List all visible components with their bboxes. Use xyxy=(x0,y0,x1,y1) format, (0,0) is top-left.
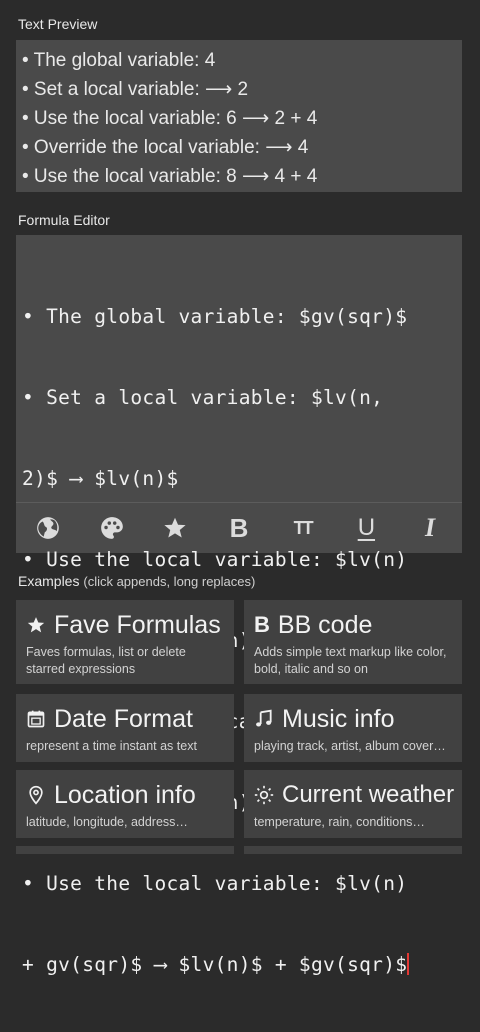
formula-line: • Use the local variable: $lv(n) xyxy=(22,872,408,895)
preview-line: • Use the local variable: 6 ⟶ 2 + 4 xyxy=(22,108,318,129)
globe-icon xyxy=(37,517,59,539)
text-size-button[interactable]: TT xyxy=(283,508,323,548)
formula-line: + gv(sqr)$ ⟶ $lv(n)$ + $gv(sqr)$ xyxy=(22,953,408,976)
star-icon xyxy=(27,617,45,633)
card-description: Faves formulas, list or delete starred e… xyxy=(26,645,186,676)
italic-icon: I xyxy=(425,513,436,542)
example-card-current-weather[interactable]: Current weather temperature, rain, condi… xyxy=(244,770,462,838)
formula-line: • Set a local variable: $lv(n, xyxy=(22,386,384,409)
preview-line: • Use the local variable: 8 ⟶ 4 + 4 xyxy=(22,166,318,187)
examples-label: Examples (click appends, long replaces) xyxy=(18,573,255,589)
formula-line: • The global variable: $gv(sqr)$ xyxy=(22,305,408,328)
underline-icon: U xyxy=(357,514,376,541)
formula-editor[interactable]: • The global variable: $gv(sqr)$ • Set a… xyxy=(16,235,462,976)
text-preview-label: Text Preview xyxy=(18,16,98,32)
card-description: Adds simple text markup like color, bold… xyxy=(254,645,447,676)
preview-line: • Set a local variable: ⟶ 2 xyxy=(22,79,249,100)
card-title: Current weather xyxy=(282,781,455,808)
card-title: Music info xyxy=(282,705,395,733)
formula-editor-label: Formula Editor xyxy=(18,212,110,228)
italic-button[interactable]: I xyxy=(410,508,450,548)
bold-icon: B xyxy=(229,512,249,543)
example-card-fave-formulas[interactable]: Fave Formulas Faves formulas, list or de… xyxy=(16,600,234,684)
example-card-location-info[interactable]: Location info latitude, longitude, addre… xyxy=(16,770,234,838)
bold-button[interactable]: B xyxy=(219,508,259,548)
preview-line: • The global variable: 4 xyxy=(22,50,216,71)
star-icon xyxy=(164,517,186,538)
palette-icon xyxy=(100,517,123,539)
examples-title: Examples xyxy=(18,573,80,589)
card-description: playing track, artist, album cover… xyxy=(254,739,446,753)
text-size-icon: TT xyxy=(293,517,314,538)
card-description: represent a time instant as text xyxy=(26,739,197,753)
text-preview-panel: • The global variable: 4 • Set a local v… xyxy=(16,40,462,192)
music-note-icon xyxy=(256,709,272,727)
example-card-partial[interactable] xyxy=(244,846,462,854)
bold-b-icon: B xyxy=(254,612,270,637)
example-card-date-format[interactable]: Date Format represent a time instant as … xyxy=(16,694,234,762)
formula-last-line: + gv(sqr)$ ⟶ $lv(n)$ + $gv(sqr)$ xyxy=(22,951,458,978)
location-pin-icon xyxy=(29,785,43,805)
card-title: Date Format xyxy=(54,705,193,733)
example-card-partial[interactable] xyxy=(16,846,234,854)
sun-icon xyxy=(254,785,274,805)
format-toolbar: B TT U I xyxy=(16,502,462,553)
palette-button[interactable] xyxy=(92,508,132,548)
calendar-icon xyxy=(27,710,45,728)
formula-line: 2)$ ⟶ $lv(n)$ xyxy=(22,467,179,490)
card-description: latitude, longitude, address… xyxy=(26,815,188,829)
card-title: Location info xyxy=(54,781,196,809)
example-card-music-info[interactable]: Music info playing track, artist, album … xyxy=(244,694,462,762)
examples-hint: (click appends, long replaces) xyxy=(83,574,256,589)
example-card-bb-code[interactable]: B BB code Adds simple text markup like c… xyxy=(244,600,462,684)
card-title: Fave Formulas xyxy=(54,611,221,639)
preview-line: • Override the local variable: ⟶ 4 xyxy=(22,137,309,158)
star-button[interactable] xyxy=(155,508,195,548)
underline-button[interactable]: U xyxy=(346,508,386,548)
globe-button[interactable] xyxy=(28,508,68,548)
text-caret xyxy=(407,953,410,975)
card-description: temperature, rain, conditions… xyxy=(254,815,425,829)
card-title: BB code xyxy=(277,611,373,639)
